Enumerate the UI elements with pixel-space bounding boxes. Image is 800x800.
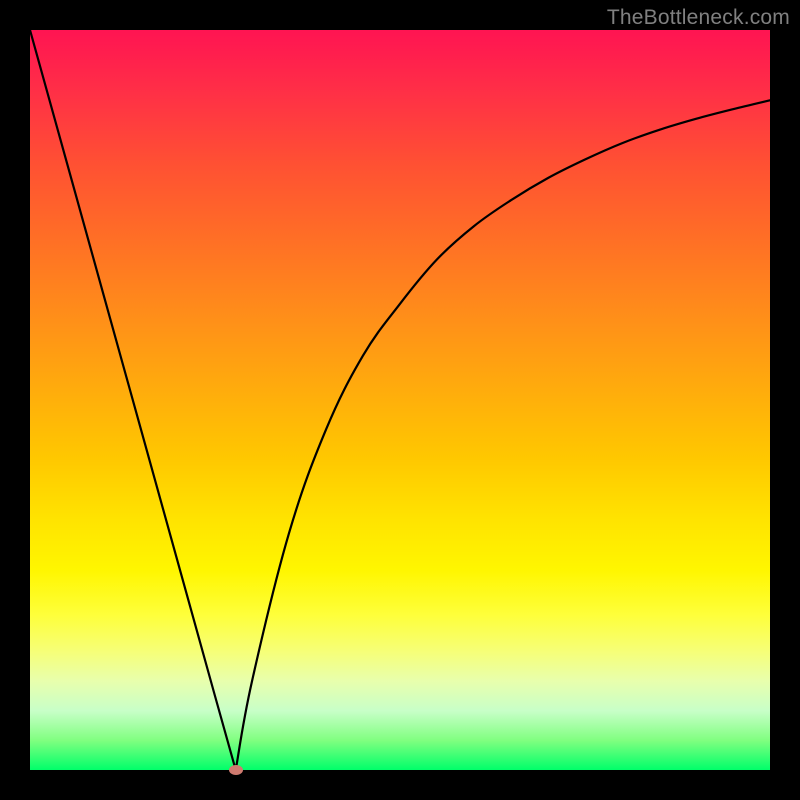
watermark-text: TheBottleneck.com: [607, 6, 790, 30]
bottleneck-curve: [30, 30, 770, 770]
curve-left-branch: [30, 30, 236, 770]
chart-frame: TheBottleneck.com: [0, 0, 800, 800]
plot-area: [30, 30, 770, 770]
optimum-marker: [229, 765, 243, 775]
curve-right-branch: [236, 100, 770, 770]
